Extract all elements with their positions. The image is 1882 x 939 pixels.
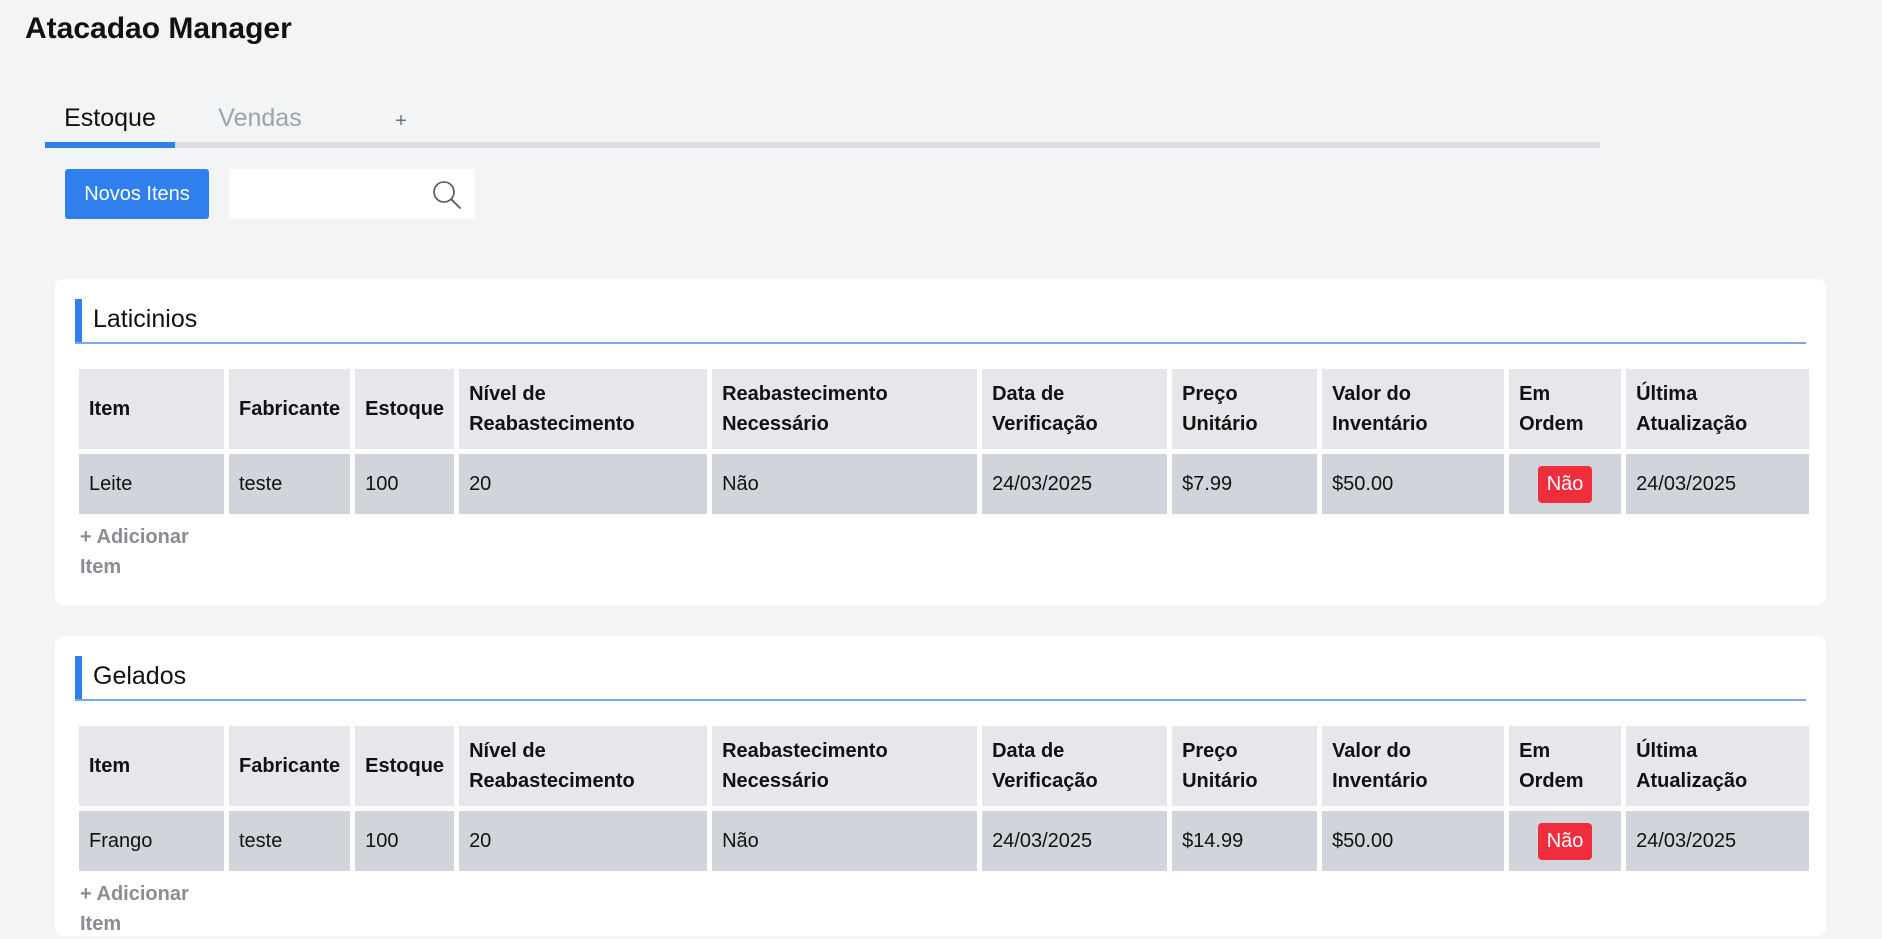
cell-em-ordem: Não <box>1509 811 1622 871</box>
cell-data[interactable]: 24/03/2025 <box>982 454 1168 514</box>
add-item-link[interactable]: + Adicionar Item <box>80 879 220 939</box>
cell-preco[interactable]: $14.99 <box>1172 811 1318 871</box>
section-title: Laticinios <box>93 305 198 333</box>
section-card-laticinios: Laticinios Item Fabricante Estoque Nível… <box>55 279 1826 605</box>
column-header-fabricante: Fabricante <box>229 726 351 806</box>
cell-item[interactable]: Leite <box>79 454 224 514</box>
column-header-nivel: Nível de Reabastecimento <box>459 369 708 449</box>
column-header-data: Data de Verificação <box>982 726 1168 806</box>
column-header-estoque: Estoque <box>355 369 455 449</box>
status-badge[interactable]: Não <box>1537 465 1593 503</box>
section-accent-bar <box>75 656 82 699</box>
column-header-preco: Preço Unitário <box>1172 726 1318 806</box>
column-header-preco: Preço Unitário <box>1172 369 1318 449</box>
column-header-em-ordem: Em Ordem <box>1509 726 1622 806</box>
cell-valor[interactable]: $50.00 <box>1322 811 1505 871</box>
column-header-data: Data de Verificação <box>982 369 1168 449</box>
table-header-row: Item Fabricante Estoque Nível de Reabast… <box>79 369 1810 449</box>
column-header-item: Item <box>79 726 224 806</box>
cell-necessario[interactable]: Não <box>712 811 978 871</box>
search-icon[interactable] <box>431 179 463 216</box>
cell-data[interactable]: 24/03/2025 <box>982 811 1168 871</box>
column-header-estoque: Estoque <box>355 726 455 806</box>
column-header-atualizacao: Última Atualização <box>1626 726 1810 806</box>
column-header-em-ordem: Em Ordem <box>1509 369 1622 449</box>
search-box <box>229 169 475 219</box>
column-header-atualizacao: Última Atualização <box>1626 369 1810 449</box>
column-header-item: Item <box>79 369 224 449</box>
table-header-row: Item Fabricante Estoque Nível de Reabast… <box>79 726 1810 806</box>
inventory-table: Item Fabricante Estoque Nível de Reabast… <box>74 721 1814 876</box>
table-row[interactable]: Leite teste 100 20 Não 24/03/2025 $7.99 … <box>79 454 1810 514</box>
app-title: Atacadao Manager <box>25 12 292 45</box>
cell-preco[interactable]: $7.99 <box>1172 454 1318 514</box>
section-header: Laticinios <box>75 299 1806 344</box>
cell-nivel[interactable]: 20 <box>459 811 708 871</box>
cell-item[interactable]: Frango <box>79 811 224 871</box>
tab-vendas[interactable]: Vendas <box>175 98 345 148</box>
column-header-fabricante: Fabricante <box>229 369 351 449</box>
column-header-nivel: Nível de Reabastecimento <box>459 726 708 806</box>
add-tab-button[interactable]: + <box>345 98 457 148</box>
inventory-table: Item Fabricante Estoque Nível de Reabast… <box>74 364 1814 519</box>
cell-nivel[interactable]: 20 <box>459 454 708 514</box>
status-badge[interactable]: Não <box>1537 822 1593 860</box>
column-header-valor: Valor do Inventário <box>1322 369 1505 449</box>
section-accent-bar <box>75 299 82 342</box>
cell-estoque[interactable]: 100 <box>355 811 455 871</box>
tab-bar: Estoque Vendas + <box>45 98 1600 148</box>
cell-valor[interactable]: $50.00 <box>1322 454 1505 514</box>
tab-estoque[interactable]: Estoque <box>45 98 175 148</box>
cell-necessario[interactable]: Não <box>712 454 978 514</box>
cell-estoque[interactable]: 100 <box>355 454 455 514</box>
cell-atualizacao[interactable]: 24/03/2025 <box>1626 454 1810 514</box>
section-header: Gelados <box>75 656 1806 701</box>
search-input[interactable] <box>229 169 429 219</box>
cell-fabricante[interactable]: teste <box>229 454 351 514</box>
column-header-necessario: Reabastecimento Necessário <box>712 369 978 449</box>
section-card-gelados: Gelados Item Fabricante Estoque Nível de… <box>55 636 1826 936</box>
table-row[interactable]: Frango teste 100 20 Não 24/03/2025 $14.9… <box>79 811 1810 871</box>
column-header-necessario: Reabastecimento Necessário <box>712 726 978 806</box>
cell-fabricante[interactable]: teste <box>229 811 351 871</box>
cell-em-ordem: Não <box>1509 454 1622 514</box>
section-title: Gelados <box>93 662 187 690</box>
cell-atualizacao[interactable]: 24/03/2025 <box>1626 811 1810 871</box>
new-items-button[interactable]: Novos Itens <box>65 169 209 219</box>
add-item-link[interactable]: + Adicionar Item <box>80 522 220 582</box>
column-header-valor: Valor do Inventário <box>1322 726 1505 806</box>
